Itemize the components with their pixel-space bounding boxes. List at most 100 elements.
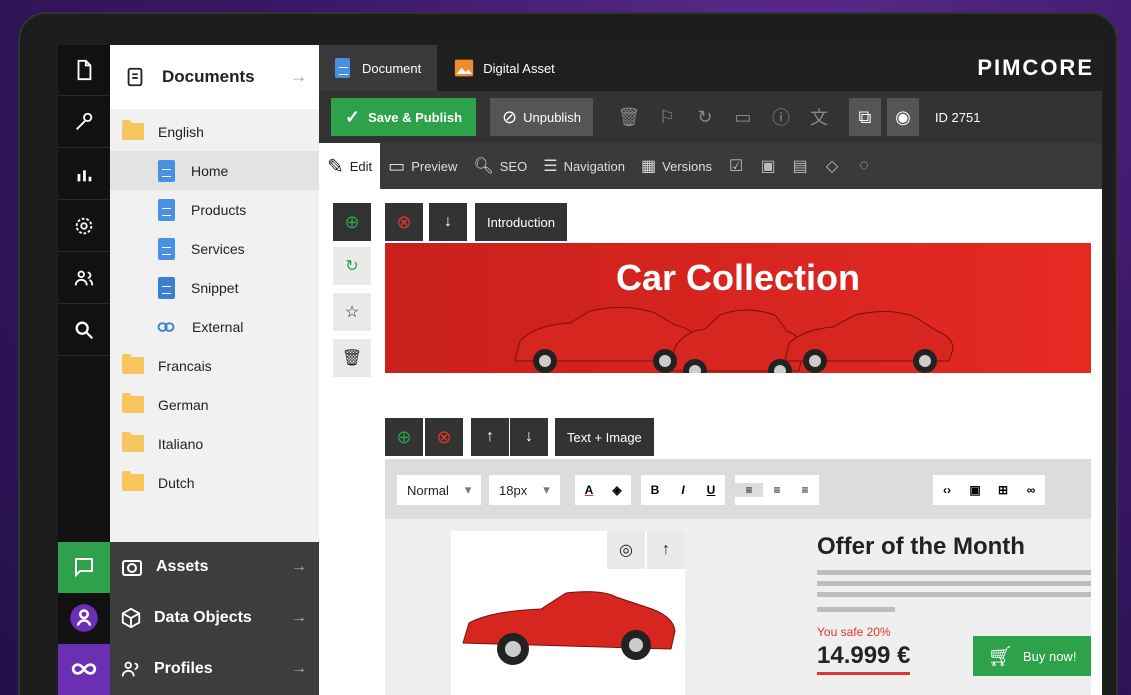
schedule-icon[interactable]: ☑ xyxy=(720,143,752,189)
paragraph-style-select[interactable]: Normal ▾ xyxy=(397,475,482,505)
settings-icon[interactable] xyxy=(58,201,110,252)
page-icon xyxy=(158,159,175,182)
editable-canvas: ⊕ ↻ ☆ 🗑 ⊗ ↓ Introduction Car Collection xyxy=(319,189,1102,695)
unpublish-button[interactable]: ⊘ Unpublish xyxy=(490,98,593,136)
users-icon[interactable] xyxy=(58,253,110,304)
table-icon[interactable]: ⊞ xyxy=(989,483,1017,497)
text-placeholder-line xyxy=(817,581,1091,586)
arrow-right-icon[interactable]: → xyxy=(290,67,307,87)
tree-node-services[interactable]: Services xyxy=(158,229,245,268)
search-icon[interactable] xyxy=(58,305,110,356)
folder-icon[interactable]: ▭ xyxy=(727,98,759,136)
tab-seo[interactable]: 🔍︎ SEO xyxy=(465,143,535,189)
car-collection-banner: Car Collection xyxy=(385,243,1091,373)
editor-subtabs: ✎ Edit ▭ Preview 🔍︎ SEO ☰ Navigation ▦ Versio… xyxy=(319,143,1102,189)
users-icon xyxy=(121,661,139,677)
data-objects-panel[interactable]: Data Objects → xyxy=(58,592,319,644)
link-icon[interactable]: ∞ xyxy=(1017,483,1045,497)
tree-node-francais[interactable]: Francais xyxy=(122,346,212,385)
preview-eye-icon[interactable]: ◉ xyxy=(886,98,919,136)
tag-icon[interactable]: ◇ xyxy=(816,143,848,189)
reload-icon[interactable]: ↻ xyxy=(689,98,721,136)
tree-node-snippet[interactable]: Snippet xyxy=(158,268,238,307)
tree-node-external[interactable]: External xyxy=(154,307,243,346)
align-left-icon[interactable]: ≡ xyxy=(735,483,763,497)
reports-icon[interactable] xyxy=(58,149,110,200)
highlight-icon[interactable]: ◈ xyxy=(603,483,631,497)
tab-versions[interactable]: ▦ Versions xyxy=(633,143,720,189)
main-editor: Document Digital Asset PIMCORE ✓ Save & … xyxy=(319,45,1102,695)
arrow-down-icon: ↓ xyxy=(444,213,452,230)
tree-node-german[interactable]: German xyxy=(122,385,209,424)
rich-text-toolbar: Normal ▾ 18px ▾ A ◈ B I U ≡ ≡ ≡ ‹› ▣ ⊞ ∞ xyxy=(385,459,1091,519)
underline-icon[interactable]: U xyxy=(697,483,725,497)
profile-avatar-icon[interactable] xyxy=(58,592,110,644)
italic-icon[interactable]: I xyxy=(669,483,697,497)
chat-icon[interactable] xyxy=(58,541,110,593)
open-external-icon[interactable]: ⧉ xyxy=(848,98,881,136)
font-size-select[interactable]: 18px ▾ xyxy=(489,475,560,505)
text-image-block: ◎ ↑ Offer of the Month You safe 20% 14.9… xyxy=(385,519,1091,695)
tree-node-products[interactable]: Products xyxy=(158,190,246,229)
tree-title: Documents xyxy=(162,67,255,86)
align-right-icon[interactable]: ≡ xyxy=(791,483,819,497)
data-objects-label: Data Objects xyxy=(154,609,252,626)
chevron-down-icon: ▾ xyxy=(543,482,550,497)
text-color-icon[interactable]: A xyxy=(575,483,603,497)
remove-block-button[interactable]: ⊗ xyxy=(425,418,463,456)
tree-node-italiano[interactable]: Italiano xyxy=(122,424,203,463)
versions-icon: ▦ xyxy=(641,158,657,175)
tab-edit[interactable]: ✎ Edit xyxy=(319,143,381,189)
code-icon[interactable]: ‹› xyxy=(933,483,961,497)
add-block-button[interactable]: ⊕ xyxy=(333,203,371,241)
bold-icon[interactable]: B xyxy=(641,483,669,497)
product-image[interactable]: ◎ ↑ xyxy=(451,531,685,695)
tree-node-english[interactable]: English xyxy=(122,112,204,151)
tools-icon[interactable] xyxy=(58,97,110,148)
infinity-icon[interactable] xyxy=(58,643,110,695)
document-toolbar: ✓ Save & Publish ⊘ Unpublish 🗑 ⚐ ↻ ▭ ⓘ 文… xyxy=(319,91,1102,143)
star-icon: ☆ xyxy=(344,304,360,321)
arrow-right-icon[interactable]: → xyxy=(291,609,307,627)
flag-icon[interactable]: ⚐ xyxy=(651,98,683,136)
workflow-icon[interactable]: ◌ xyxy=(848,143,880,189)
reload-block-button[interactable]: ↻ xyxy=(333,247,371,285)
tab-navigation[interactable]: ☰ Navigation xyxy=(535,143,633,189)
profiles-panel[interactable]: Profiles → xyxy=(58,643,319,695)
documents-icon[interactable] xyxy=(58,45,110,96)
translate-icon[interactable]: 文 xyxy=(803,98,835,136)
tree-node-dutch[interactable]: Dutch xyxy=(122,463,195,502)
buy-now-button[interactable]: 🛒︎ Buy now! xyxy=(973,636,1091,676)
tasks-icon[interactable]: ▤ xyxy=(784,143,816,189)
move-down-button[interactable]: ↓ xyxy=(510,418,548,456)
snippet-icon xyxy=(158,276,175,299)
assets-panel[interactable]: Assets → xyxy=(58,541,319,593)
document-id: ID 2751 xyxy=(934,109,981,125)
tab-preview[interactable]: ▭ Preview xyxy=(380,143,465,189)
move-up-button[interactable]: ↑ xyxy=(471,418,509,456)
arrow-right-icon[interactable]: → xyxy=(291,558,307,576)
tab-digital-asset[interactable]: Digital Asset xyxy=(437,45,571,91)
tree-node-home[interactable]: Home xyxy=(110,151,319,190)
info-icon[interactable]: ⓘ xyxy=(765,98,797,136)
align-tools: ≡ ≡ ≡ xyxy=(735,475,819,505)
favorite-button[interactable]: ☆ xyxy=(333,293,371,331)
move-down-button[interactable]: ↓ xyxy=(429,203,467,241)
delete-block-button[interactable]: 🗑 xyxy=(333,339,371,377)
remove-block-button[interactable]: ⊗ xyxy=(385,203,423,241)
add-block-button[interactable]: ⊕ xyxy=(385,418,423,456)
tab-document[interactable]: Document xyxy=(319,45,438,91)
arrow-right-icon[interactable]: → xyxy=(291,660,307,678)
align-center-icon[interactable]: ≡ xyxy=(763,483,791,497)
pencil-icon: ✎ xyxy=(327,155,344,178)
image-icon[interactable]: ▣ xyxy=(961,483,989,497)
plus-icon: ⊕ xyxy=(396,426,412,447)
link-icon xyxy=(157,321,175,332)
save-publish-button[interactable]: ✓ Save & Publish xyxy=(331,98,477,136)
notes-icon[interactable]: ▣ xyxy=(752,143,784,189)
close-icon: ⊗ xyxy=(396,211,412,232)
cart-icon: 🛒︎ xyxy=(987,645,1013,668)
bottom-panels: Assets → Data Objects → Profiles → xyxy=(58,541,319,695)
tree-header[interactable]: Documents → xyxy=(110,45,319,109)
delete-icon[interactable]: 🗑 xyxy=(613,98,645,136)
